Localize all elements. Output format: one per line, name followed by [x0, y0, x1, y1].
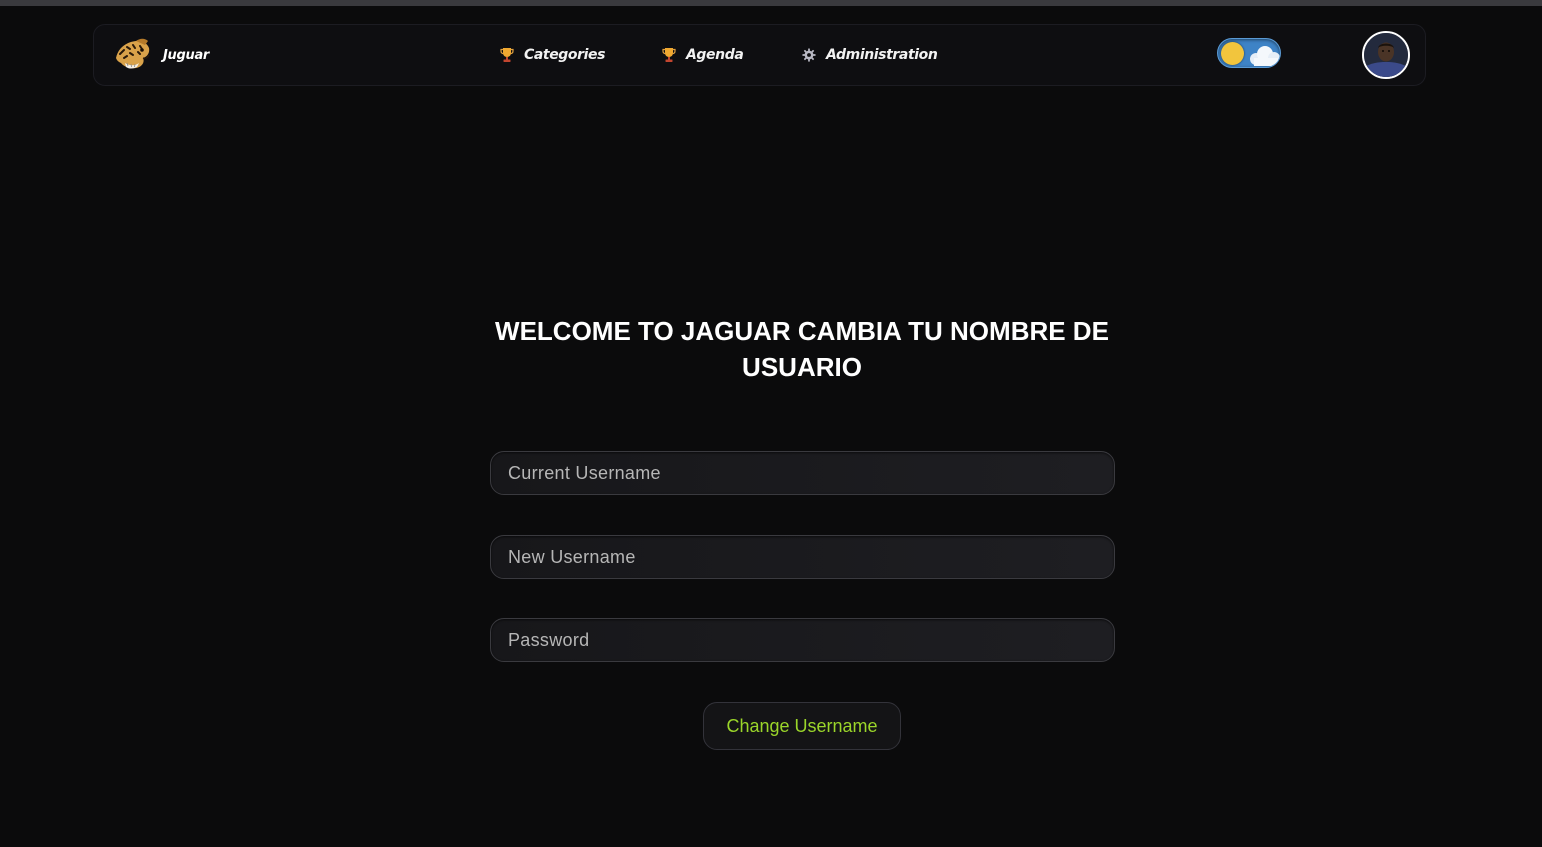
avatar-photo [1364, 33, 1408, 77]
nav-label-categories: Categories [524, 47, 606, 63]
sun-icon [1221, 42, 1244, 65]
current-username-input[interactable] [490, 451, 1115, 495]
theme-toggle[interactable] [1217, 38, 1281, 68]
trophy-icon [500, 48, 514, 62]
nav-item-categories[interactable]: Categories [500, 45, 605, 65]
jaguar-head-icon [116, 38, 150, 69]
nav-label-administration: Administration [826, 47, 938, 63]
password-input[interactable] [490, 618, 1115, 662]
gear-icon [802, 48, 816, 62]
nav-item-administration[interactable]: Administration [802, 45, 938, 65]
browser-top-edge [0, 0, 1542, 6]
page-title: WELCOME TO JAGUAR CAMBIA TU NOMBRE DE US… [495, 316, 1109, 382]
trophy-icon [662, 48, 676, 62]
nav-item-agenda[interactable]: Agenda [662, 45, 744, 65]
brand-name: Juguar [163, 47, 210, 63]
change-username-button[interactable]: Change Username [703, 702, 901, 750]
new-username-input[interactable] [490, 535, 1115, 579]
user-avatar[interactable] [1362, 31, 1410, 79]
cloud-icon [1250, 46, 1280, 66]
nav-label-agenda: Agenda [686, 47, 744, 63]
brand-link[interactable]: Juguar [112, 36, 209, 74]
top-navbar: Juguar Categories Agenda Administration [93, 24, 1426, 86]
